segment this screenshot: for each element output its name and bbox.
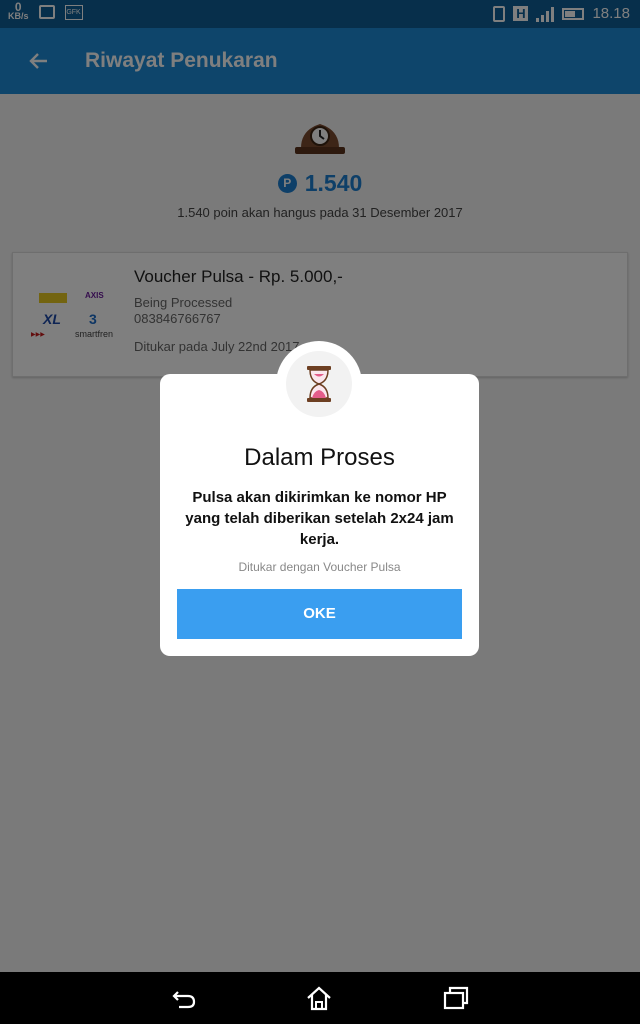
back-icon[interactable] <box>170 984 198 1012</box>
hourglass-icon <box>306 365 332 408</box>
dialog-title: Dalam Proses <box>244 444 395 471</box>
dialog-message: Pulsa akan dikirimkan ke nomor HP yang t… <box>185 489 454 548</box>
ok-button[interactable]: OKE <box>177 589 462 639</box>
system-nav-bar <box>0 972 640 1024</box>
dialog-icon-badge <box>276 341 362 427</box>
dialog-subtitle: Ditukar dengan Voucher Pulsa <box>238 560 401 574</box>
home-icon[interactable] <box>305 984 333 1012</box>
recent-apps-icon[interactable] <box>442 984 470 1012</box>
